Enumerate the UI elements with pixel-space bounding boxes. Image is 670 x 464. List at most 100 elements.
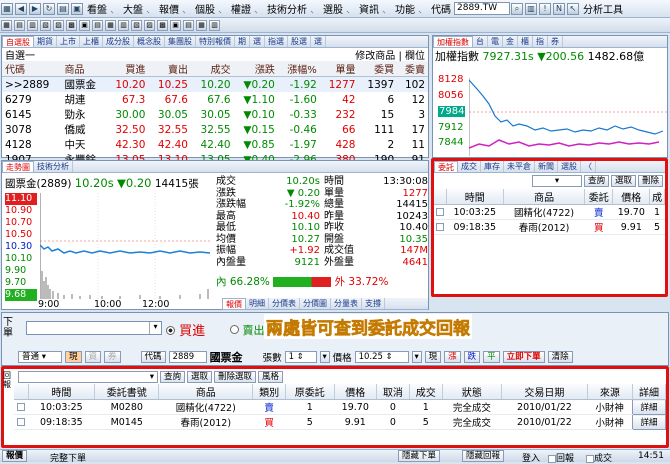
side-select-button[interactable]: 選取 xyxy=(610,175,636,187)
tab-watchlist[interactable]: 自選股 xyxy=(2,36,34,47)
col-header-volume[interactable]: 單量 xyxy=(319,61,359,77)
account-select[interactable]: ▾ xyxy=(26,321,162,335)
tab-orders[interactable]: 委託 xyxy=(434,161,458,172)
buy-radio[interactable]: 買進 xyxy=(166,320,205,339)
group-select[interactable]: 自選一 xyxy=(5,47,35,62)
report-query-button[interactable]: 查詢 xyxy=(160,370,186,383)
analysis-tool-menu[interactable]: 分析工具 xyxy=(580,1,626,16)
tab-volume-table[interactable]: 分量表 xyxy=(331,298,362,309)
report-row[interactable]: 09:18:35 M0145 春雨(2012) 買 5 9.91 0 5 完全成交 2010/01… xyxy=(14,414,666,430)
col-header-last[interactable]: 成交 xyxy=(190,61,234,77)
status-login[interactable]: 登入 xyxy=(522,451,540,464)
tab-listed[interactable]: 上市 xyxy=(57,36,80,47)
toolbar-btn-3[interactable]: ▥ xyxy=(27,19,38,31)
report-col-price[interactable]: 價格 xyxy=(334,384,378,400)
col-header-name[interactable]: 商品 xyxy=(61,61,106,77)
col-header-bid[interactable]: 買進 xyxy=(105,61,149,77)
tab-support[interactable]: 支撐 xyxy=(362,298,385,309)
tab-quote-detail[interactable]: 報價 xyxy=(222,298,246,309)
report-filter-select[interactable]: ▾ xyxy=(18,370,158,383)
menu-item-market[interactable]: 大盤 xyxy=(120,1,146,16)
menu-item-technical[interactable]: 技術分析 xyxy=(264,1,310,16)
report-col-date[interactable]: 交易日期 xyxy=(501,384,588,400)
tab-otc-index[interactable]: 櫃 xyxy=(518,36,533,47)
tab-idx[interactable]: 指 xyxy=(533,36,548,47)
tab-option-2[interactable]: 選 xyxy=(311,36,326,47)
tab-futures[interactable]: 期貨 xyxy=(34,36,57,47)
tab-coupon[interactable]: 券 xyxy=(548,36,563,47)
tab-inventory[interactable]: 庫存 xyxy=(481,161,504,172)
quote-row[interactable]: 4128 中天 42.30 42.40 42.40 ▼0.85 -1.97 428 2 11 xyxy=(2,137,428,152)
quote-row[interactable]: 3078 僑威 32.50 32.55 32.55 ▼0.15 -0.46 66 111 17 xyxy=(2,122,428,137)
report-col-detail[interactable]: 詳細 xyxy=(632,384,666,400)
tab-news[interactable]: 新聞 xyxy=(535,161,558,172)
detail-button[interactable]: 詳細 xyxy=(632,414,666,430)
side-col-price[interactable]: 價格 xyxy=(612,189,651,205)
hide-order-button[interactable]: 隱藏下單 xyxy=(398,450,441,462)
qty-dropdown[interactable]: ▾ xyxy=(319,351,330,363)
tab-scroll-left[interactable]: 〈 xyxy=(581,161,596,172)
quote-row[interactable]: 6145 勁永 30.00 30.05 30.05 ▼0.10 -0.33 232 15 3 xyxy=(2,107,428,122)
toolbar-btn-2[interactable]: ▤ xyxy=(14,19,25,31)
report-col-order-no[interactable]: 委託書號 xyxy=(94,384,160,400)
row-checkbox[interactable] xyxy=(14,414,28,430)
tab-weighted-index[interactable]: 加權指數 xyxy=(433,36,473,47)
side-col-fill[interactable]: 成 xyxy=(649,189,665,205)
tab-index-option[interactable]: 指選 xyxy=(265,36,288,47)
qty-input[interactable]: 1 ⇕ xyxy=(284,351,317,363)
alert-icon[interactable]: ! xyxy=(539,2,551,15)
sell-radio[interactable]: 賣出 xyxy=(230,322,265,338)
hide-report-button[interactable]: 隱藏回報 xyxy=(462,450,505,462)
toolbar-btn-1[interactable]: ▦ xyxy=(1,19,12,31)
limit-up-button[interactable]: 漲 xyxy=(444,351,461,363)
price-input[interactable]: 10.25 ⇕ xyxy=(354,351,409,363)
forward-icon[interactable]: ▶ xyxy=(29,2,41,15)
menu-item-stock[interactable]: 個股 xyxy=(192,1,218,16)
toolbar-btn-16[interactable]: ▦ xyxy=(196,19,207,31)
report-col-done[interactable]: 成交 xyxy=(409,384,443,400)
status-quote-tab[interactable]: 報價 xyxy=(2,450,28,462)
col-header-code[interactable]: 代碼 xyxy=(2,61,62,77)
toolbar-btn-13[interactable]: ▩ xyxy=(157,19,168,31)
window-icon[interactable]: ▣ xyxy=(71,2,83,15)
toolbar-btn-15[interactable]: ▤ xyxy=(183,19,194,31)
report-col-cancel[interactable]: 取消 xyxy=(376,384,410,400)
col-header-change[interactable]: 漲跌 xyxy=(233,61,278,77)
quote-row[interactable]: 6279 胡連 67.3 67.6 67.6 ▼1.10 -1.60 42 6 12 xyxy=(2,92,428,107)
side-order-row[interactable]: 09:18:35 春雨(2012) 買 9.91 5 xyxy=(434,219,665,235)
limit-down-button[interactable]: 跌 xyxy=(463,351,481,363)
spot-price-button[interactable]: 現 xyxy=(424,351,442,363)
detail-button[interactable]: 詳細 xyxy=(632,399,666,415)
toolbar-btn-17[interactable]: ▥ xyxy=(209,19,220,31)
menu-item-warrant[interactable]: 權證 xyxy=(228,1,254,16)
report-row[interactable]: 10:03:25 M0280 國精化(4722) 賣 1 19.70 0 1 完全成交 2010/… xyxy=(14,399,666,415)
toolbar-btn-14[interactable]: ▣ xyxy=(170,19,181,31)
margin-button[interactable]: 資 xyxy=(84,351,102,363)
tab-fills[interactable]: 成交 xyxy=(458,161,481,172)
col-header-bid-qty[interactable]: 委買 xyxy=(358,61,398,77)
report-col-status[interactable]: 狀態 xyxy=(442,384,503,400)
col-header-ask[interactable]: 賣出 xyxy=(148,61,191,77)
side-col-product[interactable]: 商品 xyxy=(503,189,586,205)
tab-price-chart[interactable]: 分價圖 xyxy=(300,298,331,309)
menu-item-screener[interactable]: 選股 xyxy=(320,1,346,16)
flat-price-button[interactable]: 平 xyxy=(483,351,500,363)
row-checkbox[interactable] xyxy=(14,399,28,415)
side-filter-select[interactable]: ▾ xyxy=(531,175,582,187)
tab-option[interactable]: 選 xyxy=(250,36,265,47)
search-icon[interactable]: ⌕ xyxy=(511,2,523,15)
toolbar-btn-9[interactable]: ▦ xyxy=(105,19,116,31)
quote-row[interactable]: >>2889 國票金 10.20 10.25 10.20 ▼0.20 -1.92 1277 13… xyxy=(2,76,428,92)
tab-stock-option[interactable]: 股選 xyxy=(288,36,311,47)
side-col-side[interactable]: 委託 xyxy=(584,189,614,205)
tab-period[interactable]: 期 xyxy=(235,36,250,47)
tab-elec[interactable]: 電 xyxy=(488,36,503,47)
report-checkbox[interactable]: 回報 xyxy=(548,451,574,464)
report-col-type[interactable]: 類別 xyxy=(252,384,287,400)
order-type-select[interactable]: 普通 ▾ xyxy=(18,351,62,363)
back-icon[interactable]: ◀ xyxy=(15,2,27,15)
toolbar-btn-5[interactable]: ▨ xyxy=(53,19,64,31)
cash-button[interactable]: 現 xyxy=(65,351,82,363)
toolbar-btn-10[interactable]: ▥ xyxy=(118,19,129,31)
tab-trend[interactable]: 走勢圖 xyxy=(2,161,34,172)
